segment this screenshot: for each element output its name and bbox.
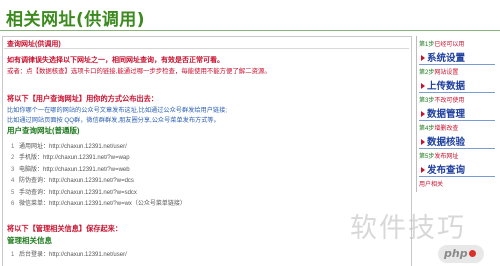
- url-link[interactable]: http://chaxun.12391.net/user/: [49, 144, 127, 150]
- notice-line-2: 或者：点【数据核查】选项卡口的链接,能通过哪一步步检查，每能使用不能方便了解二资…: [7, 68, 271, 75]
- list-item[interactable]: 3 电脑版：http://chaxun.12391.net/?w=web: [11, 165, 186, 176]
- sidebar-step-label: 第1步已经可以用: [419, 42, 465, 48]
- url-link[interactable]: http://chaxun.12391.net/?w=web: [43, 167, 130, 173]
- dot-icon: [469, 250, 476, 257]
- list-item[interactable]: 1 通用网址：http://chaxun.12391.net/user/: [11, 142, 186, 153]
- url-link[interactable]: http://chaxun.12391.net/?w=wap: [43, 155, 130, 161]
- url-link[interactable]: http://chaxun.12391.net/?w=dcs: [49, 178, 134, 184]
- sidebar-divider: [416, 36, 417, 192]
- query-url-list: 1 通用网址：http://chaxun.12391.net/user/ 2 手机版…: [11, 142, 186, 210]
- sidebar-footer: 用户相关: [419, 182, 444, 188]
- query-heading: 将以下【用户查询网址】用你的方式公布出去：: [7, 94, 158, 103]
- url-link[interactable]: http://chaxun.12391.net/?w=wx（公众号菜单链接）: [49, 201, 186, 207]
- sidebar-item-data-management[interactable]: 数据管理: [419, 106, 495, 121]
- url-link[interactable]: http://chaxun.12391.net/?w=sdcx: [49, 190, 137, 196]
- sidebar-item-system-settings[interactable]: 系统设置: [419, 50, 495, 65]
- arrow-right-icon: [421, 55, 425, 62]
- list-item[interactable]: 5 手动查询：http://chaxun.12391.net/?w=sdcx: [11, 188, 186, 199]
- page-title: 相关网址(供调用): [6, 10, 146, 30]
- arrow-right-icon: [421, 111, 425, 118]
- arrow-right-icon: [421, 83, 425, 90]
- list-item[interactable]: 2 手机版：http://chaxun.12391.net/?w=wap: [11, 153, 186, 164]
- sidebar-item-publish-query[interactable]: 发布查询: [419, 162, 495, 177]
- url-link[interactable]: http://chaxun.12391.net/user/: [49, 252, 127, 258]
- php-logo: php: [438, 245, 484, 263]
- query-description-2: 比如通过网站页面按 QQ群，微信群群发,朋友圈分享,公众号菜单发布方式等。: [7, 117, 220, 124]
- admin-list-title: 管理相关信息: [7, 236, 52, 245]
- list-item[interactable]: 6 微信菜单：http://chaxun.12391.net/?w=wx（公众号菜…: [11, 199, 186, 210]
- query-list-title: 用户查询网址(普通版): [7, 126, 80, 135]
- sidebar-item-upload-data[interactable]: 上传数据: [419, 78, 495, 93]
- admin-heading: 将以下【管理相关信息】保存起来：: [7, 224, 123, 233]
- arrow-right-icon: [421, 167, 425, 174]
- list-item[interactable]: 1 后台登录：http://chaxun.12391.net/user/: [11, 250, 127, 261]
- sidebar-step-label: 第4步增删改查: [419, 126, 459, 132]
- sidebar-item-data-verification[interactable]: 数据核验: [419, 134, 495, 149]
- list-item[interactable]: 4 防伪查询：http://chaxun.12391.net/?w=dcs: [11, 176, 186, 187]
- notice-line-1: 如有调律误失选择以下网址之一，相同网址查询，有效是否正常可看。: [7, 57, 224, 64]
- sidebar-step-label: 第3步不改可使用: [419, 98, 465, 104]
- query-description-1: 比如你哪个一在哪的网站的公众号文章发布这址,比如通过公众号群发给用户链接;: [7, 107, 227, 114]
- admin-url-list: 1 后台登录：http://chaxun.12391.net/user/: [11, 250, 127, 261]
- sidebar-step-label: 第2步网站设置: [419, 70, 459, 76]
- arrow-right-icon: [421, 139, 425, 146]
- sidebar-step-label: 第5步发布网址: [419, 154, 459, 160]
- watermark: 软件技巧: [350, 213, 466, 244]
- section-divider: [4, 48, 409, 49]
- title-divider: [0, 30, 500, 31]
